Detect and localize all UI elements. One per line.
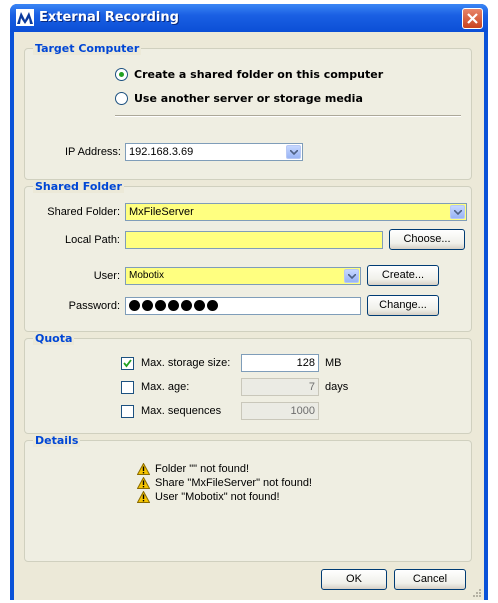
- close-icon: [467, 13, 478, 24]
- ip-address-value: 192.168.3.69: [129, 146, 194, 158]
- details-group: Details Folder "" not found! Share "MxFil…: [24, 434, 472, 562]
- user-select[interactable]: Mobotix: [125, 267, 361, 285]
- password-label: Password:: [68, 300, 120, 312]
- create-button[interactable]: Create...: [367, 265, 439, 286]
- shared-folder-group: Shared Folder Shared Folder: MxFileServe…: [24, 180, 472, 332]
- ip-address-label: IP Address:: [64, 146, 121, 158]
- details-legend: Details: [33, 434, 81, 447]
- local-path-label: Local Path:: [64, 234, 120, 246]
- details-message: User "Mobotix" not found!: [137, 491, 280, 503]
- max-storage-unit: MB: [325, 357, 342, 369]
- password-mask-dot: [168, 300, 179, 311]
- shared-folder-value: MxFileServer: [129, 206, 194, 218]
- choose-button[interactable]: Choose...: [389, 229, 465, 250]
- close-button[interactable]: [462, 8, 483, 29]
- max-storage-checkbox[interactable]: [121, 357, 134, 370]
- details-message-text: Share "MxFileServer" not found!: [155, 477, 312, 489]
- window-title: External Recording: [39, 10, 179, 25]
- max-age-checkbox[interactable]: [121, 381, 134, 394]
- ip-address-select[interactable]: 192.168.3.69: [125, 143, 303, 161]
- quota-legend: Quota: [33, 332, 75, 345]
- details-message-text: User "Mobotix" not found!: [155, 491, 280, 503]
- chevron-down-icon[interactable]: [450, 205, 465, 219]
- target-computer-legend: Target Computer: [33, 42, 142, 55]
- max-age-value: 7: [308, 381, 315, 393]
- shared-folder-label: Shared Folder:: [47, 206, 120, 218]
- target-computer-group: Target Computer Create a shared folder o…: [24, 42, 472, 180]
- dialog-window: External Recording Target Computer Creat…: [10, 4, 488, 600]
- resize-grip-icon[interactable]: [472, 588, 482, 598]
- password-mask-dot: [181, 300, 192, 311]
- radio-use-another-server-label[interactable]: Use another server or storage media: [134, 92, 363, 105]
- max-age-input[interactable]: 7: [241, 378, 319, 396]
- password-mask: [129, 300, 218, 311]
- radio-create-shared-folder[interactable]: [115, 68, 128, 81]
- local-path-input[interactable]: [125, 231, 383, 249]
- quota-group: Quota Max. storage size: 128 MB Max. age…: [24, 332, 472, 434]
- password-mask-dot: [142, 300, 153, 311]
- max-sequences-input[interactable]: 1000: [241, 402, 319, 420]
- max-sequences-checkbox[interactable]: [121, 405, 134, 418]
- max-sequences-label: Max. sequences: [141, 405, 222, 417]
- warning-icon: [137, 463, 150, 475]
- shared-folder-legend: Shared Folder: [33, 180, 124, 193]
- password-mask-dot: [207, 300, 218, 311]
- user-value: Mobotix: [129, 270, 165, 281]
- max-storage-value: 128: [296, 357, 315, 369]
- dialog-body: Target Computer Create a shared folder o…: [14, 32, 484, 600]
- max-sequences-value: 1000: [290, 405, 315, 417]
- checkmark-icon: [123, 359, 132, 368]
- warning-icon: [137, 491, 150, 503]
- warning-icon: [137, 477, 150, 489]
- chevron-down-icon[interactable]: [286, 145, 301, 159]
- details-message: Share "MxFileServer" not found!: [137, 477, 312, 489]
- max-age-unit: days: [325, 381, 349, 393]
- mobotix-logo-icon: [16, 9, 34, 26]
- details-message-text: Folder "" not found!: [155, 463, 250, 475]
- shared-folder-select[interactable]: MxFileServer: [125, 203, 467, 221]
- details-message: Folder "" not found!: [137, 463, 250, 475]
- user-label: User:: [93, 270, 120, 282]
- radio-use-another-server[interactable]: [115, 92, 128, 105]
- password-mask-dot: [129, 300, 140, 311]
- cancel-button[interactable]: Cancel: [394, 569, 466, 590]
- password-mask-dot: [194, 300, 205, 311]
- password-mask-dot: [155, 300, 166, 311]
- ok-button[interactable]: OK: [321, 569, 387, 590]
- password-input[interactable]: [125, 297, 361, 315]
- max-age-label: Max. age:: [141, 381, 190, 393]
- radio-create-shared-folder-label[interactable]: Create a shared folder on this computer: [134, 68, 383, 81]
- chevron-down-icon[interactable]: [344, 269, 359, 283]
- max-storage-label: Max. storage size:: [141, 357, 231, 369]
- separator: [115, 115, 461, 117]
- max-storage-input[interactable]: 128: [241, 354, 319, 372]
- title-bar[interactable]: External Recording: [10, 4, 488, 32]
- change-button[interactable]: Change...: [367, 295, 439, 316]
